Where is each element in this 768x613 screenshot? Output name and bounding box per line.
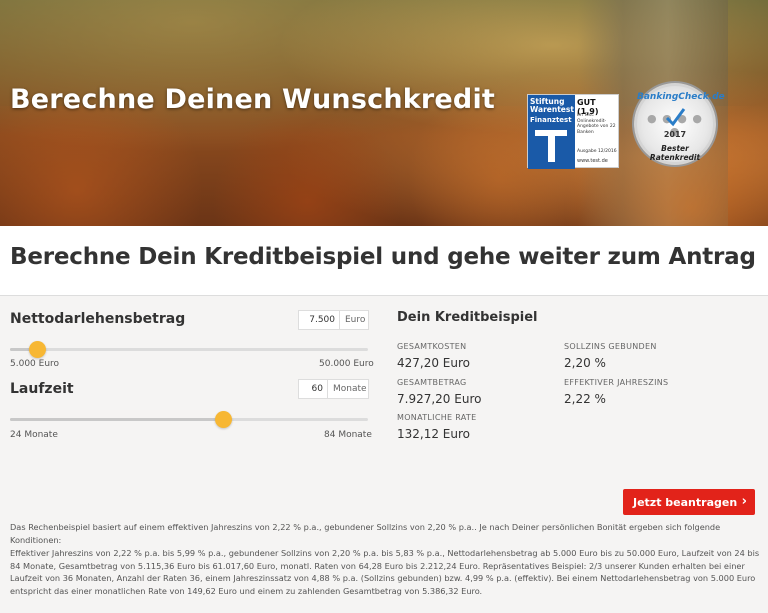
sw-issue: Ausgabe 12/2016	[577, 149, 617, 154]
rate-label: MONATLICHE RATE	[397, 413, 477, 422]
amount-slider-track[interactable]	[10, 348, 368, 351]
gesamtkosten-label: GESAMTKOSTEN	[397, 342, 467, 351]
effektiv-label: EFFEKTIVER JAHRESZINS	[564, 378, 669, 387]
bc-award: Bester Ratenkredit	[649, 144, 701, 162]
amount-input[interactable]: 7.500	[298, 310, 340, 330]
term-slider-fill	[10, 418, 224, 421]
amount-min-label: 5.000 Euro	[10, 359, 60, 369]
bc-checkmark-icon	[665, 108, 686, 127]
fine-print-conditions: Effektiver Jahreszins von 2,22 % p.a. bi…	[10, 548, 760, 596]
apply-now-label: Jetzt beantragen	[633, 496, 738, 509]
hero-banner: Berechne Deinen Wunschkredit Stiftung Wa…	[0, 0, 768, 226]
term-max-label: 84 Monate	[324, 430, 372, 440]
fine-print-intro: Das Rechenbeispiel basiert auf einem eff…	[10, 522, 721, 545]
amount-label: Nettodarlehensbetrag	[10, 311, 186, 327]
sw-t-logo-icon	[533, 126, 569, 164]
sw-url: www.test.de	[577, 158, 608, 164]
sw-blue-panel: Stiftung Warentest Finanztest	[528, 95, 575, 169]
apply-now-button[interactable]: Jetzt beantragen ›	[623, 489, 755, 515]
gesamtbetrag-label: GESAMTBETRAG	[397, 378, 467, 387]
effektiv-value: 2,22 %	[564, 392, 606, 406]
example-title: Dein Kreditbeispiel	[397, 310, 538, 325]
sollzins-label: SOLLZINS GEBUNDEN	[564, 342, 657, 351]
term-slider-handle[interactable]	[214, 411, 232, 428]
gesamtbetrag-value: 7.927,20 Euro	[397, 392, 482, 406]
bc-brand: BankingCheck.de	[637, 92, 725, 102]
sw-test-description: Im Test: Onlinekredit-Angebote von 22 Ba…	[577, 113, 616, 135]
section-title: Berechne Dein Kreditbeispiel und gehe we…	[10, 244, 756, 270]
amount-unit: Euro	[340, 310, 369, 330]
term-input[interactable]: 60	[298, 379, 328, 399]
amount-max-label: 50.000 Euro	[319, 359, 374, 369]
amount-slider-handle[interactable]	[28, 341, 46, 358]
bc-year: 2017	[663, 130, 687, 139]
sw-brand-line3: Finanztest	[530, 116, 572, 124]
chevron-right-icon: ›	[741, 494, 747, 509]
gesamtkosten-value: 427,20 Euro	[397, 356, 471, 370]
term-unit: Monate	[328, 379, 369, 399]
bankingcheck-seal: BankingCheck.de ● ● ● ● ● 2017 Bester Ra…	[634, 83, 725, 165]
sw-brand-line2: Warentest	[530, 105, 574, 114]
stiftung-warentest-badge: Stiftung Warentest Finanztest GUT (1,9) …	[527, 94, 619, 169]
sollzins-value: 2,20 %	[564, 356, 606, 370]
hero-title: Berechne Deinen Wunschkredit	[10, 84, 496, 115]
term-label: Laufzeit	[10, 381, 74, 397]
rate-value: 132,12 Euro	[397, 427, 471, 441]
term-min-label: 24 Monate	[10, 430, 58, 440]
